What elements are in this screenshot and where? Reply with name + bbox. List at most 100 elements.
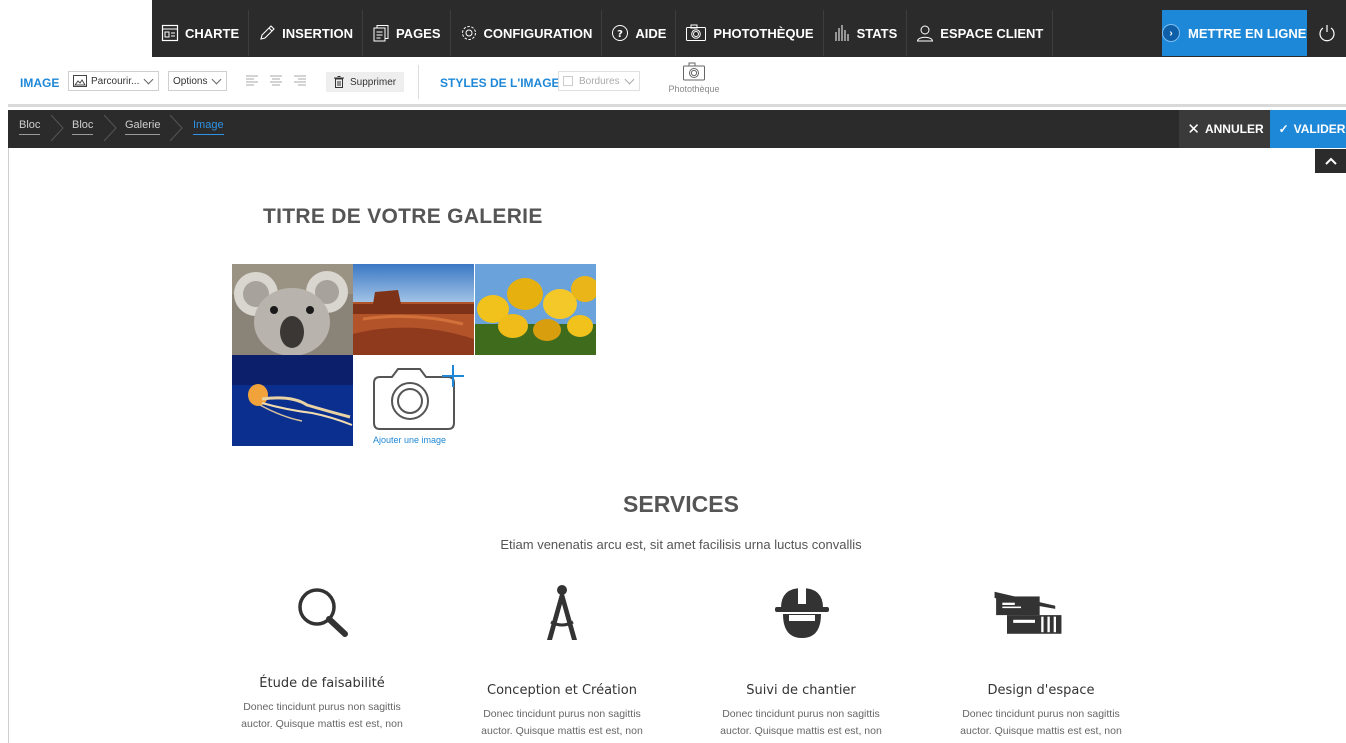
breadcrumb-item[interactable]: Bloc: [19, 119, 41, 135]
user-icon: [917, 25, 934, 42]
menu-label: CONFIGURATION: [483, 25, 593, 41]
building-icon: [994, 591, 1062, 634]
menu-label: INSERTION: [282, 25, 353, 41]
delete-label: Supprimer: [350, 76, 397, 88]
services-subtitle: Etiam venenatis arcu est, sit amet facil…: [500, 537, 862, 552]
layout-icon: [161, 24, 179, 42]
chevron-up-icon: [1324, 157, 1337, 165]
service-description: Donec tincidunt purus non sagittis aucto…: [941, 706, 1141, 740]
breadcrumb-item[interactable]: Bloc: [72, 119, 94, 135]
pencil-icon: [260, 25, 275, 40]
options-dropdown[interactable]: Options: [168, 71, 228, 91]
pages-icon: [373, 25, 389, 42]
options-label: Options: [173, 75, 208, 87]
borders-label: Bordures: [579, 75, 620, 87]
services-title: SERVICES: [623, 491, 739, 517]
menu-phototheque[interactable]: PHOTOTHÈQUE: [676, 10, 824, 56]
menu-stats[interactable]: STATS: [824, 10, 908, 56]
main-menu: CHARTE INSERTION PAGES CONFIGURATION ? A…: [152, 10, 1054, 56]
browse-dropdown[interactable]: Parcourir...: [68, 71, 160, 91]
menu-configuration[interactable]: CONFIGURATION: [451, 10, 603, 56]
helmet-icon: [775, 586, 829, 638]
menu-label: ESPACE CLIENT: [940, 25, 1044, 41]
stats-icon: [835, 25, 849, 41]
service-desc-line: auctor. Quisque mattis est est, non: [960, 725, 1122, 737]
gallery-image-jellyfish[interactable]: [232, 355, 353, 446]
image-icon: [73, 75, 87, 87]
publish-label: METTRE EN LIGNE: [1188, 25, 1307, 41]
top-menu-bar: CHARTE INSERTION PAGES CONFIGURATION ? A…: [0, 0, 1346, 57]
image-styles-label: STYLES DE L'IMAGE: [440, 76, 560, 90]
menu-label: PAGES: [395, 25, 441, 41]
borders-dropdown[interactable]: Bordures: [558, 71, 640, 91]
align-group: [246, 75, 306, 86]
svg-text:?: ?: [617, 29, 623, 40]
service-desc-line: auctor. Quisque mattis est est, non: [481, 725, 643, 737]
add-image-button[interactable]: Ajouter une image: [353, 355, 475, 446]
menu-insertion[interactable]: INSERTION: [249, 10, 363, 56]
breadcrumb-separator-icon: [103, 114, 117, 142]
cancel-button[interactable]: ✕ ANNULER: [1179, 110, 1272, 148]
breadcrumb-item-active[interactable]: Image: [193, 119, 224, 135]
align-right-icon[interactable]: [294, 75, 306, 86]
image-toolbar: IMAGE Parcourir... Options Supprimer STY…: [8, 57, 1346, 107]
breadcrumb: Bloc Bloc Galerie Image ✕ ANNULER ✓ VALI…: [8, 110, 1346, 148]
gear-icon: [461, 26, 476, 40]
align-center-icon[interactable]: [270, 75, 282, 86]
menu-espace-client[interactable]: ESPACE CLIENT: [907, 10, 1054, 56]
menu-label: CHARTE: [185, 25, 240, 41]
align-left-icon[interactable]: [246, 75, 258, 86]
jellyfish-image: [232, 355, 353, 446]
add-image-label: Ajouter une image: [373, 435, 447, 445]
gallery-image-tulips[interactable]: [475, 264, 596, 355]
service-title: Design d'espace: [987, 683, 1095, 698]
desert-image: [353, 264, 474, 355]
service-description: Donec tincidunt purus non sagittis aucto…: [701, 706, 901, 740]
menu-label: STATS: [856, 25, 898, 41]
validate-button[interactable]: ✓ VALIDER: [1270, 110, 1346, 148]
content-left-border: [8, 148, 9, 743]
koala-image: [232, 264, 353, 355]
top-left-blank: [0, 0, 152, 57]
service-desc-line: auctor. Quisque mattis est est, non: [241, 718, 403, 730]
tulips-image: [475, 264, 596, 355]
checkbox-icon: [563, 76, 573, 86]
menu-pages[interactable]: PAGES: [363, 10, 451, 56]
logout-button[interactable]: [1307, 10, 1346, 56]
cancel-label: ANNULER: [1204, 122, 1264, 136]
breadcrumb-item[interactable]: Galerie: [125, 119, 161, 135]
service-card: Design d'espace Donec tincidunt purus no…: [941, 683, 1141, 740]
breadcrumb-separator-icon: [169, 114, 183, 142]
service-description: Donec tincidunt purus non sagittis aucto…: [222, 699, 422, 733]
image-section-label: IMAGE: [20, 76, 60, 90]
service-card: Conception et Création Donec tincidunt p…: [462, 683, 662, 740]
phototheque-button[interactable]: Photothèque: [662, 62, 726, 94]
service-desc-line: auctor. Quisque mattis est est, non: [720, 725, 882, 737]
toolbar-divider: [418, 65, 419, 99]
gallery-image-desert[interactable]: [353, 264, 474, 355]
service-title: Étude de faisabilité: [259, 676, 385, 691]
service-title: Suivi de chantier: [746, 683, 856, 698]
search-icon: [298, 588, 348, 637]
menu-label: PHOTOTHÈQUE: [713, 25, 814, 41]
validate-label: VALIDER: [1293, 122, 1346, 136]
delete-button[interactable]: Supprimer: [326, 72, 405, 92]
service-desc-line: Donec tincidunt purus non sagittis: [243, 701, 401, 713]
breadcrumb-separator-icon: [50, 114, 64, 142]
camera-icon: [683, 62, 705, 81]
chevron-right-icon: ›: [1162, 24, 1180, 42]
help-icon: ?: [612, 25, 629, 41]
publish-button[interactable]: › METTRE EN LIGNE: [1162, 10, 1307, 56]
add-photo-icon: [373, 365, 464, 430]
service-desc-line: Donec tincidunt purus non sagittis: [962, 708, 1120, 720]
scroll-up-button[interactable]: [1315, 149, 1346, 173]
menu-charte[interactable]: CHARTE: [152, 10, 250, 56]
camera-icon: [686, 24, 707, 41]
gallery-image-koala[interactable]: [232, 264, 353, 355]
browse-label: Parcourir...: [91, 75, 140, 87]
power-icon: [1318, 25, 1335, 42]
menu-label: AIDE: [635, 25, 667, 41]
trash-icon: [334, 76, 344, 88]
chevron-down-icon: [212, 74, 222, 84]
menu-aide[interactable]: ? AIDE: [602, 10, 677, 56]
